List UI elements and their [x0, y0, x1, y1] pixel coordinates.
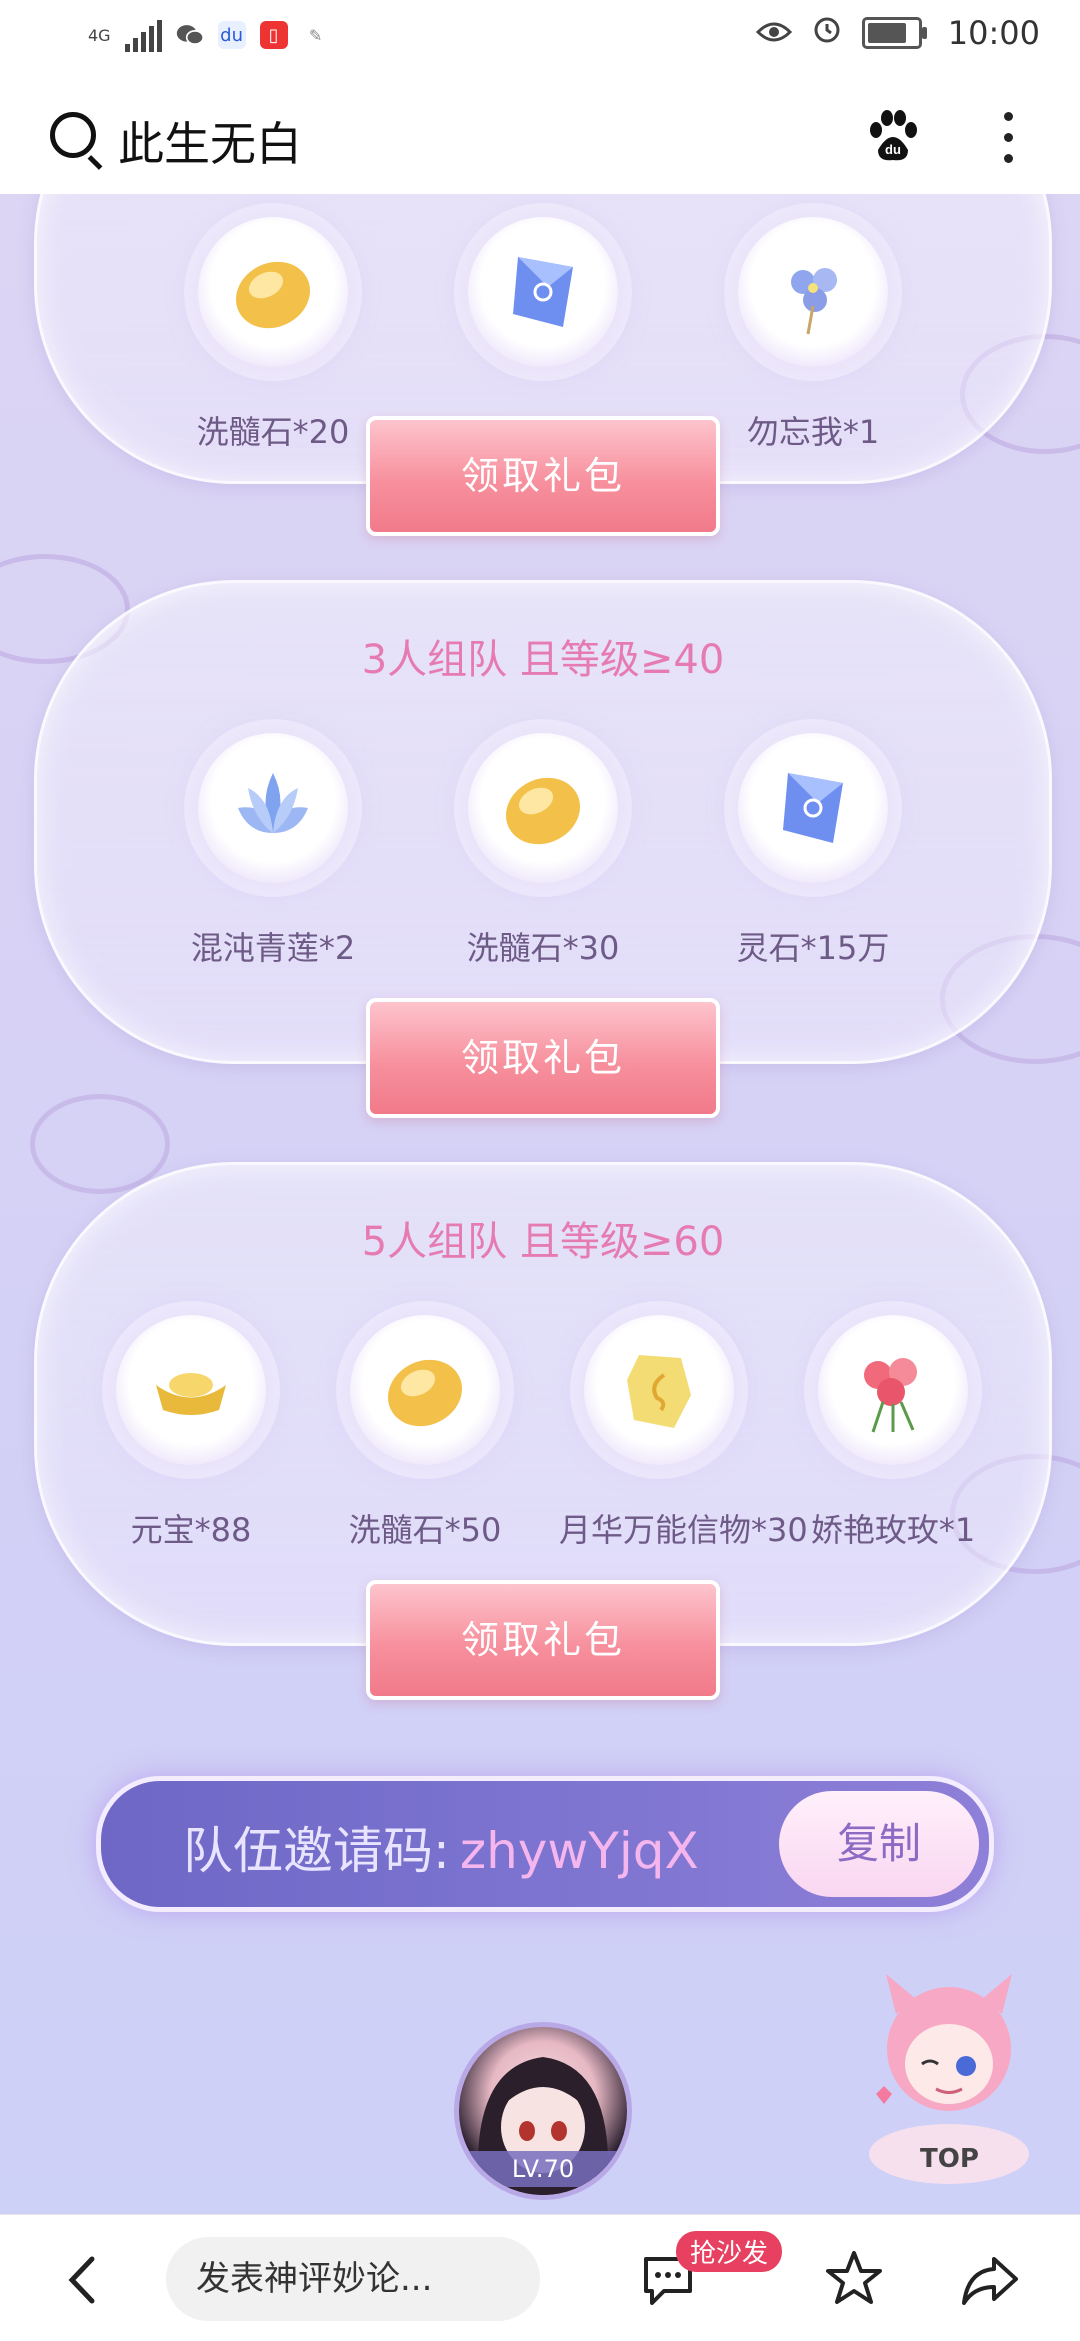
back-arrow-icon[interactable]	[66, 2255, 96, 2305]
reward-item: 灵石*15万	[713, 733, 913, 969]
tier-title: 5人组队 且等级≥60	[361, 1219, 725, 1265]
comment-input[interactable]: 发表神评妙论...	[166, 2237, 540, 2321]
reward-item: 勿忘我*1	[713, 217, 913, 453]
wechat-icon	[176, 21, 204, 49]
forget-me-not-flower-icon	[738, 217, 888, 367]
reward-panel-tier-2: 3人组队 且等级≥40 混沌青莲*2 洗髓石*30 灵石*15万	[34, 580, 1052, 1064]
yellow-token-icon	[584, 1315, 734, 1465]
study-app-icon: ✎	[308, 25, 323, 45]
bottom-action-bar: 发表神评妙论... 抢沙发	[0, 2214, 1080, 2341]
blue-crystal-icon	[738, 733, 888, 883]
signal-icon	[124, 18, 162, 52]
claim-gift-button[interactable]: 领取礼包	[366, 416, 720, 536]
top-navigation-bar: 此生无白 du	[0, 80, 1080, 195]
reward-item: 元宝*88	[91, 1315, 291, 1551]
user-avatar[interactable]: LV.70	[454, 2022, 632, 2200]
rose-bouquet-icon	[818, 1315, 968, 1465]
reward-item: 月华万能信物*30	[559, 1315, 808, 1551]
page-title[interactable]: 此生无白	[118, 108, 302, 174]
event-page: 洗髓石*20 灵石*10万 勿忘我*1 领取礼包 3人组队 且等级≥40 混沌青…	[0, 194, 1080, 2214]
gold-egg-icon	[468, 733, 618, 883]
invite-code: zhywYjqX	[459, 1822, 699, 1880]
svg-text:du: du	[885, 142, 901, 157]
more-options-icon[interactable]	[1004, 112, 1014, 163]
reward-item: 混沌青莲*2	[173, 733, 373, 969]
reward-item: 娇艳玫玫*1	[793, 1315, 993, 1551]
share-icon[interactable]	[960, 2253, 1020, 2307]
eye-icon	[755, 14, 792, 52]
claim-gift-button[interactable]: 领取礼包	[366, 1580, 720, 1700]
reward-panel-tier-3: 5人组队 且等级≥60 元宝*88 洗髓石*50 月华万能信物*30 娇艳玫玫*…	[34, 1162, 1052, 1646]
invite-text: 队伍邀请码: zhywYjqX	[183, 1811, 699, 1883]
baidu-paw-icon[interactable]: du	[866, 110, 920, 164]
battery-icon	[861, 17, 927, 49]
network-type: 4G	[88, 25, 111, 45]
gold-egg-icon	[350, 1315, 500, 1465]
gold-egg-icon	[198, 217, 348, 367]
favorite-star-icon[interactable]	[824, 2249, 884, 2309]
reward-item: 洗髓石*30	[443, 733, 643, 969]
reward-item: 洗髓石*20	[173, 217, 373, 453]
search-icon[interactable]	[50, 112, 96, 158]
tier-title: 3人组队 且等级≥40	[361, 637, 725, 683]
reward-item: 洗髓石*50	[325, 1315, 525, 1551]
alarm-icon	[812, 14, 842, 52]
gold-ingot-icon	[116, 1315, 266, 1465]
baidu-app-icon: du	[217, 21, 246, 49]
sofa-badge: 抢沙发	[676, 2231, 783, 2272]
team-invite-code-bar: 队伍邀请码: zhywYjqX 复制	[96, 1776, 994, 1912]
back-to-top-button[interactable]: TOP	[856, 1954, 1042, 2194]
copy-button[interactable]: 复制	[779, 1791, 979, 1897]
blue-crystal-icon	[468, 217, 618, 367]
level-badge: LV.70	[459, 2151, 627, 2187]
cloud-decoration	[30, 1094, 170, 1194]
book-app-icon: ▯	[259, 21, 288, 49]
clock-time: 10:00	[947, 14, 1040, 52]
claim-gift-button[interactable]: 领取礼包	[366, 998, 720, 1118]
invite-label: 队伍邀请码:	[183, 1822, 450, 1880]
top-label: TOP	[920, 2144, 979, 2174]
status-bar: 4G du ▯ ✎ 10:00	[0, 0, 1080, 80]
blue-lotus-icon	[198, 733, 348, 883]
